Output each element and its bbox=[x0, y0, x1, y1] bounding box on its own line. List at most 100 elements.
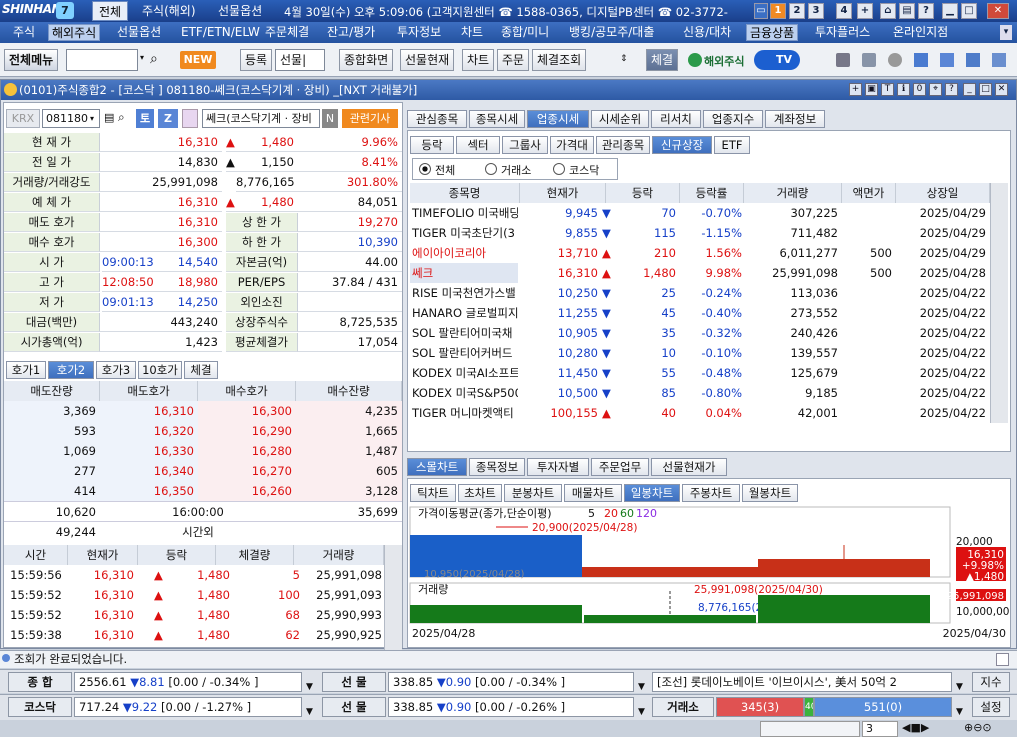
menu-credit[interactable]: 신용/대차 bbox=[680, 24, 734, 41]
ask-price[interactable]: 16,320 bbox=[100, 421, 198, 441]
menu-plus[interactable]: 투자플러스 bbox=[812, 24, 873, 41]
trade-scrollbar[interactable] bbox=[384, 545, 402, 665]
gear-icon[interactable] bbox=[888, 53, 902, 67]
orderbook-tab[interactable]: 10호가 bbox=[138, 361, 182, 379]
index-button[interactable]: 지수 bbox=[972, 672, 1010, 692]
tile-icon[interactable] bbox=[966, 53, 980, 67]
right-tab[interactable]: 업종시세 bbox=[527, 110, 589, 128]
radio-kosdaq[interactable] bbox=[553, 163, 565, 175]
orderbook-tab[interactable]: 호가1 bbox=[6, 361, 46, 379]
right-tab[interactable]: 종목시세 bbox=[469, 110, 525, 128]
screen-3-button[interactable]: 3 bbox=[808, 3, 824, 19]
chart-period-tab[interactable]: 분봉차트 bbox=[504, 484, 562, 502]
win-t-icon[interactable]: T bbox=[881, 83, 894, 96]
overview-button[interactable]: 종합화면 bbox=[339, 49, 394, 71]
toolbar-dropdown-icon[interactable]: ⇕ bbox=[620, 54, 628, 64]
listing-name[interactable]: TIGER 미국초단기(3 bbox=[410, 223, 518, 243]
right-tab[interactable]: 시세순위 bbox=[591, 110, 649, 128]
menu-order[interactable]: 주문체결 bbox=[262, 24, 312, 41]
orderbook-tab[interactable]: 호가2 bbox=[48, 361, 94, 379]
bottom-tab[interactable]: 종목정보 bbox=[469, 458, 525, 476]
window-icon[interactable] bbox=[914, 53, 928, 67]
bid-price[interactable]: 16,280 bbox=[198, 441, 296, 461]
win-maximize-icon[interactable]: □ bbox=[979, 83, 992, 96]
execution-query-button[interactable]: 체결조회 bbox=[532, 49, 587, 71]
menu-futures[interactable]: 선물옵션 bbox=[114, 24, 164, 41]
right-tab[interactable]: 관심종목 bbox=[407, 110, 467, 128]
new-badge[interactable]: NEW bbox=[180, 51, 216, 69]
orderbook-tab[interactable]: 체결 bbox=[184, 361, 218, 379]
search-icon[interactable]: ⌕ bbox=[118, 110, 125, 125]
ask-price[interactable]: 16,330 bbox=[100, 441, 198, 461]
sub-tab[interactable]: 관리종목 bbox=[596, 136, 650, 154]
stock-name-field[interactable]: 쎄크(코스닥기계 · 장비 bbox=[202, 109, 320, 128]
menu-info[interactable]: 투자정보 bbox=[394, 24, 444, 41]
register-button[interactable]: 등록 bbox=[240, 49, 273, 71]
all-menu-button[interactable]: 전체메뉴 bbox=[4, 49, 59, 71]
win-minimize-icon[interactable]: _ bbox=[963, 83, 976, 96]
win-info-icon[interactable]: ℹ bbox=[897, 83, 910, 96]
win-plus-icon[interactable]: + bbox=[849, 83, 862, 96]
dropdown-icon[interactable]: ▾ bbox=[140, 53, 150, 69]
toggle-z-button[interactable]: Z bbox=[158, 109, 178, 128]
menu-overseas-stock[interactable]: 해외주식 bbox=[48, 24, 101, 41]
daily-chart[interactable]: 가격이동평균(종가,단순이평) 5 20 60 120 20,900(2025/04/28… bbox=[408, 505, 1010, 647]
menu-online[interactable]: 온라인지점 bbox=[890, 24, 951, 41]
add-screen-button[interactable]: + bbox=[857, 3, 873, 19]
ask-price[interactable]: 16,340 bbox=[100, 461, 198, 481]
screen-select[interactable]: 선물| bbox=[275, 49, 325, 71]
right-tab[interactable]: 업종지수 bbox=[703, 110, 763, 128]
sub-tab[interactable]: ETF bbox=[714, 136, 750, 154]
tab-all[interactable]: 전체 bbox=[92, 1, 129, 21]
menu-chart[interactable]: 차트 bbox=[458, 24, 486, 41]
sub-tab[interactable]: 섹터 bbox=[456, 136, 500, 154]
sub-tab[interactable]: 가격대 bbox=[550, 136, 594, 154]
listing-name[interactable]: SOL 팔란티어커버드 bbox=[410, 343, 518, 363]
sub-tab[interactable]: 신규상장 bbox=[652, 136, 712, 154]
layout-icon[interactable] bbox=[940, 53, 954, 67]
listing-name[interactable]: 에이아이코리아 bbox=[410, 243, 518, 263]
minimize-icon[interactable]: ▁ bbox=[942, 3, 958, 19]
listing-name[interactable]: 쎄크 bbox=[410, 263, 518, 283]
right-tab[interactable]: 계좌정보 bbox=[765, 110, 825, 128]
ask-price[interactable]: 16,350 bbox=[100, 481, 198, 501]
win-zero-icon[interactable]: 0 bbox=[913, 83, 926, 96]
help-icon[interactable]: ? bbox=[918, 3, 934, 19]
bid-price[interactable]: 16,300 bbox=[198, 401, 296, 421]
bid-price[interactable]: 16,260 bbox=[198, 481, 296, 501]
market-select[interactable]: KRX bbox=[6, 109, 40, 128]
menu-search-input[interactable] bbox=[66, 49, 138, 71]
overseas-stock-link[interactable]: 해외주식 bbox=[704, 53, 744, 69]
menu-banking[interactable]: 뱅킹/공모주/대출 bbox=[566, 24, 657, 41]
resize-icon[interactable] bbox=[996, 653, 1009, 666]
chart-period-tab[interactable]: 매물차트 bbox=[564, 484, 622, 502]
orderbook-tab[interactable]: 호가3 bbox=[96, 361, 136, 379]
ask-price[interactable]: 16,310 bbox=[100, 401, 198, 421]
chart-nav-icons[interactable]: ◀■▶ bbox=[902, 721, 962, 737]
news-ticker[interactable]: [조선] 롯데이노베이트 '이브이시스', 美서 50억 2 bbox=[652, 672, 952, 692]
screen-4-button[interactable]: 4 bbox=[836, 3, 852, 19]
order-button[interactable]: 주문 bbox=[497, 49, 530, 71]
futures-current-button[interactable]: 선물현재 bbox=[400, 49, 455, 71]
listing-name[interactable]: TIMEFOLIO 미국배당 bbox=[410, 203, 518, 223]
related-news-button[interactable]: 관련기사 bbox=[342, 109, 398, 128]
execution-button[interactable]: 체결 bbox=[646, 49, 679, 71]
bottom-tab[interactable]: 선물현재가 bbox=[651, 458, 727, 476]
sub-tab[interactable]: 그룹사 bbox=[502, 136, 548, 154]
tab-futures-options[interactable]: 선물옵션 bbox=[212, 1, 268, 21]
home-icon[interactable]: ⌂ bbox=[880, 3, 896, 19]
cascade-icon[interactable] bbox=[992, 53, 1006, 67]
calculator-icon[interactable] bbox=[862, 53, 876, 67]
zoom-icons[interactable]: ⊕⊖⊙ bbox=[964, 721, 1010, 737]
chart-period-tab[interactable]: 초차트 bbox=[458, 484, 502, 502]
chart-period-tab[interactable]: 주봉차트 bbox=[682, 484, 740, 502]
bottom-tab[interactable]: 스몰차트 bbox=[407, 458, 467, 476]
listing-scrollbar[interactable] bbox=[990, 183, 1008, 423]
menu-etf[interactable]: ETF/ETN/ELW bbox=[178, 24, 263, 41]
radio-kospi[interactable] bbox=[485, 163, 497, 175]
listing-name[interactable]: RISE 미국천연가스밸 bbox=[410, 283, 518, 303]
win-pin-icon[interactable]: ⌖ bbox=[929, 83, 942, 96]
chart-period-tab[interactable]: 일봉차트 bbox=[624, 484, 680, 502]
radio-all[interactable] bbox=[419, 163, 431, 175]
win-chart-icon[interactable]: ▣ bbox=[865, 83, 878, 96]
